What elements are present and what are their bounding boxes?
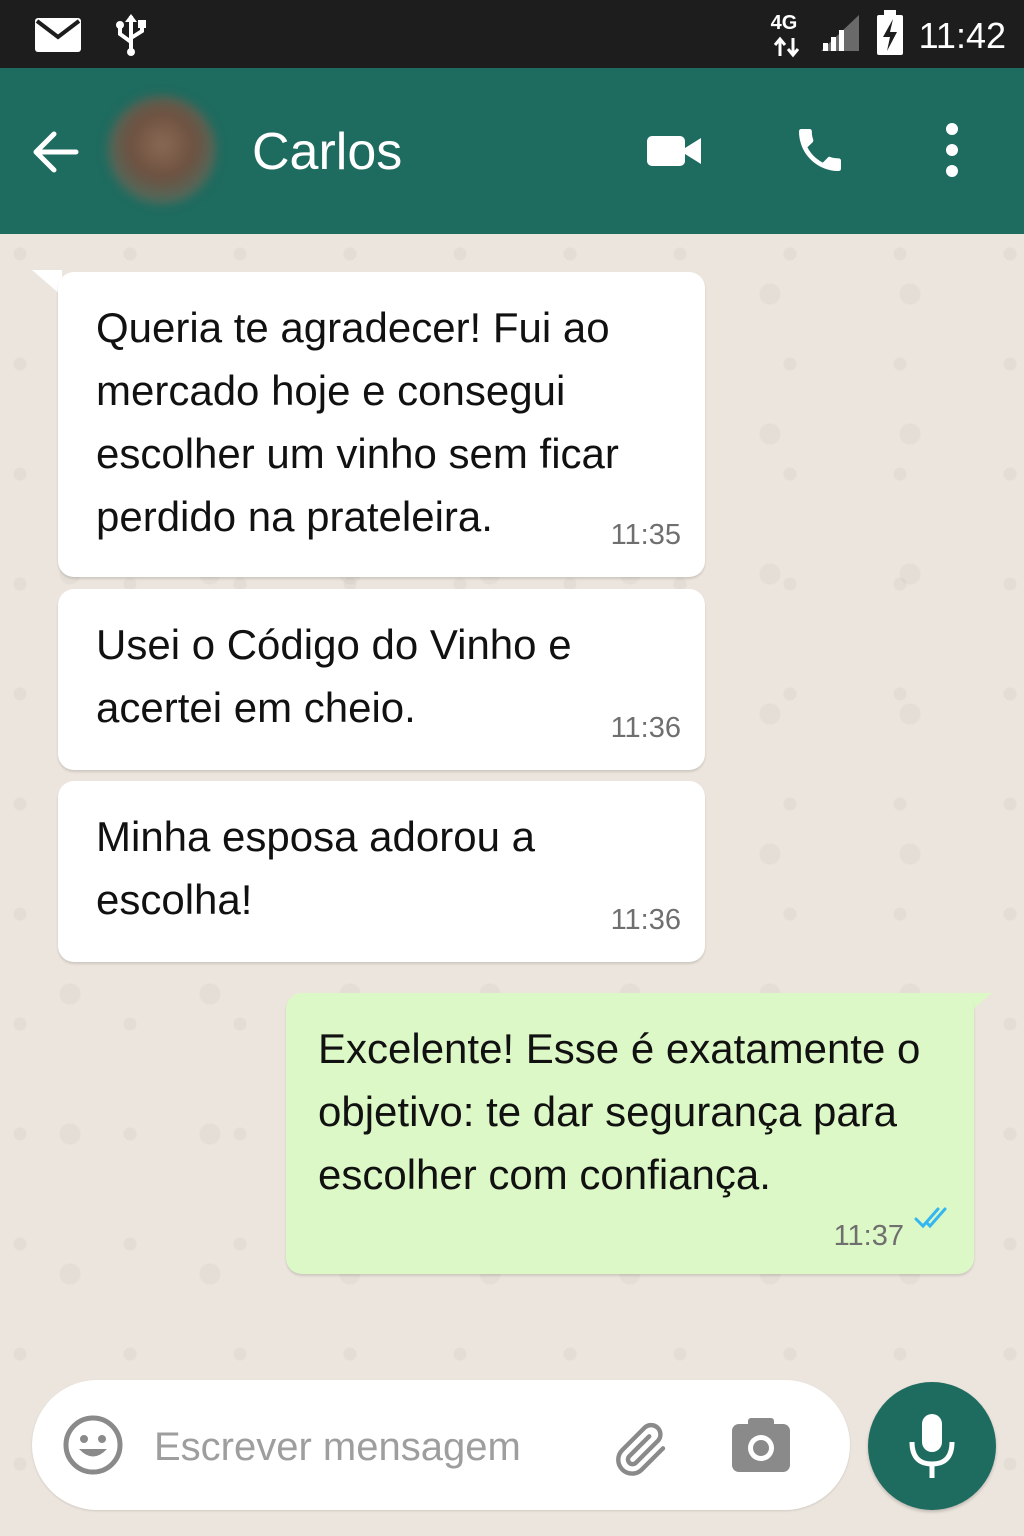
network-4g-icon: 4G <box>771 12 805 60</box>
status-time: 11:42 <box>918 14 1006 56</box>
signal-icon <box>819 13 861 58</box>
avatar[interactable] <box>108 96 216 204</box>
back-button[interactable] <box>30 126 82 178</box>
message-text: Usei o Código do Vinho e acertei em chei… <box>96 621 572 731</box>
message-time: 11:36 <box>610 712 681 744</box>
mic-button[interactable] <box>868 1382 996 1510</box>
message-bubble-incoming[interactable]: Minha esposa adorou a escolha! 11:36 <box>58 781 705 962</box>
read-receipt-icon <box>914 1185 954 1248</box>
message-time: 11:35 <box>610 519 681 551</box>
message-text: Minha esposa adorou a escolha! <box>96 813 535 923</box>
contact-name[interactable]: Carlos <box>252 120 402 184</box>
composer <box>32 1380 850 1510</box>
camera-button[interactable] <box>730 1416 792 1474</box>
video-call-icon <box>645 130 703 175</box>
emoji-button[interactable] <box>62 1414 124 1476</box>
message-time: 11:36 <box>610 904 681 936</box>
message-bubble-incoming[interactable]: Queria te agradecer! Fui ao mercado hoje… <box>58 272 705 577</box>
back-arrow-icon <box>30 131 82 182</box>
more-options-icon <box>942 122 962 183</box>
mic-icon <box>906 1412 958 1485</box>
attach-button[interactable] <box>608 1414 674 1480</box>
emoji-icon <box>62 1415 124 1480</box>
attach-icon <box>608 1422 674 1484</box>
status-bar: 4G 11:42 <box>0 0 1024 68</box>
camera-icon <box>730 1418 792 1478</box>
phone-icon <box>792 122 848 183</box>
more-options-button[interactable] <box>920 120 984 184</box>
message-bubble-outgoing[interactable]: Excelente! Esse é exatamente o objetivo:… <box>286 993 974 1274</box>
message-time: 11:37 <box>833 1220 904 1252</box>
message-text: Excelente! Esse é exatamente o objetivo:… <box>318 1025 921 1198</box>
mail-icon <box>34 17 82 58</box>
network-label: 4G <box>770 11 798 34</box>
battery-charging-icon <box>875 10 905 61</box>
usb-icon <box>114 14 148 61</box>
message-input[interactable] <box>152 1416 586 1478</box>
chat-header: Carlos <box>0 68 1024 234</box>
video-call-button[interactable] <box>642 120 706 184</box>
voice-call-button[interactable] <box>788 120 852 184</box>
message-bubble-incoming[interactable]: Usei o Código do Vinho e acertei em chei… <box>58 589 705 770</box>
message-text: Queria te agradecer! Fui ao mercado hoje… <box>96 304 619 540</box>
